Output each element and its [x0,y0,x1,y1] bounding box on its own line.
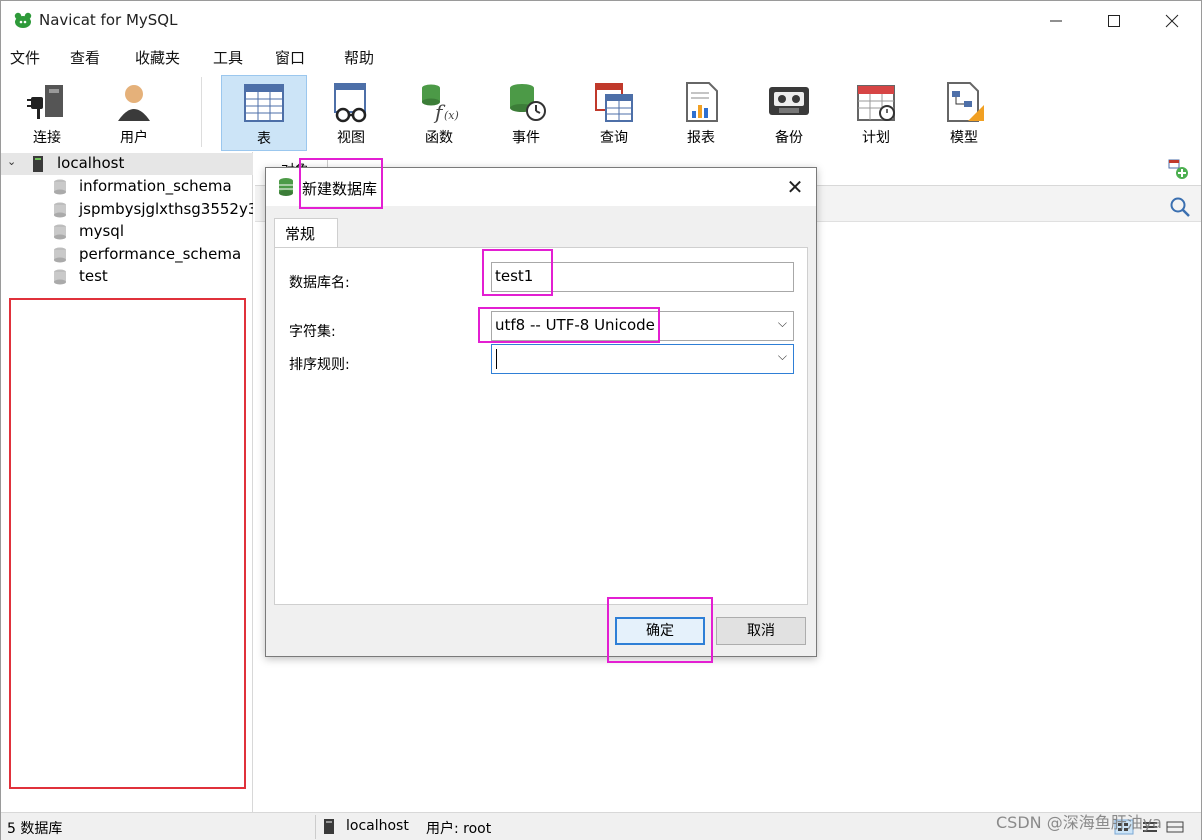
chevron-down-icon[interactable]: ⌄ [7,155,16,168]
menu-window[interactable]: 窗口 [275,47,305,68]
navicat-window: Navicat for MySQL 文件 查看 收藏夹 工具 窗口 帮助 连接 … [0,0,1202,840]
menu-bar: 文件 查看 收藏夹 工具 窗口 帮助 [1,43,1201,71]
toolbar-view-label: 视图 [337,130,365,146]
text-caret [496,349,497,369]
annotation-red-box [9,298,246,789]
close-window-button[interactable] [1143,1,1201,41]
maximize-icon [1108,15,1120,27]
toolbar-backup-label: 备份 [775,130,803,146]
annotation-magenta-box-name [482,249,553,296]
tree-database-row[interactable]: jspmbysjglxthsg3552y3 [1,199,253,221]
tree-database-label: mysql [79,222,124,240]
new-object-icon[interactable] [1167,158,1189,180]
annotation-magenta-box-title [299,158,383,209]
tab-general[interactable]: 常规 [274,218,338,248]
toolbar-separator [201,77,202,147]
toolbar-event-button[interactable]: 事件 [483,75,569,151]
report-icon [686,82,718,122]
maximize-button[interactable] [1085,1,1143,41]
database-icon [54,202,66,218]
new-database-dialog: 新建数据库 ✕ 常规 数据库名: test1 字符集: utf8 -- UTF-… [265,167,817,657]
minimize-button[interactable] [1027,1,1085,41]
database-count: 5 数据库 [7,821,63,837]
toolbar-table-label: 表 [257,131,271,147]
toolbar-connect-button[interactable]: 连接 [4,75,90,151]
charset-label: 字符集: [289,324,336,340]
annotation-magenta-box-charset [478,307,660,343]
status-host: localhost [346,818,409,834]
status-user: 用户: root [426,821,492,837]
tree-database-label: jspmbysjglxthsg3552y3 [79,200,253,218]
db-name-label: 数据库名: [289,275,350,291]
tree-database-row[interactable]: test [1,266,253,288]
minimize-icon [1050,20,1062,22]
plug-icon [27,85,63,119]
navicat-logo-icon [14,12,32,28]
view-icon [334,83,367,123]
database-icon [54,179,66,195]
server-icon [33,156,43,172]
toolbar-function-label: 函数 [425,130,453,146]
tree-database-row[interactable]: performance_schema [1,244,253,266]
database-icon [279,178,293,196]
toolbar-schedule-label: 计划 [862,130,890,146]
menu-file[interactable]: 文件 [10,47,40,68]
close-icon [1165,14,1179,28]
database-icon [54,269,66,285]
chevron-down-icon: ⌵ [777,316,787,330]
database-icon [54,247,66,263]
server-icon [324,819,334,834]
menu-view[interactable]: 查看 [70,47,100,68]
query-icon [595,83,633,122]
window-title: Navicat for MySQL [39,11,178,29]
tree-connection-label: localhost [57,154,125,172]
user-icon [118,85,150,121]
schedule-icon [857,85,895,121]
tree-database-label: performance_schema [79,245,242,263]
dialog-close-button[interactable]: ✕ [780,174,810,202]
status-divider [315,815,316,839]
database-icon [54,224,66,240]
menu-favorites[interactable]: 收藏夹 [135,47,180,68]
toolbar-view-button[interactable]: 视图 [308,75,394,151]
close-icon: ✕ [786,175,804,199]
backup-icon [769,87,809,115]
menu-tools[interactable]: 工具 [213,47,243,68]
tree-database-label: information_schema [79,177,232,195]
function-icon: f (x) [422,84,459,123]
toolbar-query-button[interactable]: 查询 [571,75,657,151]
menu-help[interactable]: 帮助 [344,47,374,68]
search-icon[interactable] [1169,196,1191,218]
toolbar-function-button[interactable]: f (x) 函数 [396,75,482,151]
event-icon [510,84,546,121]
svg-text:(x): (x) [444,109,459,122]
tree-connection-localhost[interactable]: ⌄ localhost [1,153,253,175]
annotation-magenta-box-ok [607,597,713,663]
toolbar-backup-button[interactable]: 备份 [746,75,832,151]
tree-database-label: test [79,267,108,285]
toolbar-user-label: 用户 [120,130,148,146]
toolbar-table-button[interactable]: 表 [221,75,307,151]
model-icon [947,82,984,122]
title-bar: Navicat for MySQL [1,1,1201,41]
tree-database-row[interactable]: information_schema [1,176,253,198]
toolbar-query-label: 查询 [600,130,628,146]
toolbar-event-label: 事件 [512,130,540,146]
watermark-text: CSDN @深海鱼肝油ya [996,813,1162,832]
table-icon [244,84,284,122]
cancel-button[interactable]: 取消 [716,617,806,645]
toolbar-report-label: 报表 [687,130,715,146]
toolbar-user-button[interactable]: 用户 [91,75,177,151]
toolbar-report-button[interactable]: 报表 [658,75,744,151]
toolbar-model-label: 模型 [950,130,978,146]
main-toolbar: 连接 用户 表 视图 f (x) 函数 事件 查询 报表 备份 计划 模型 [1,71,1201,151]
collation-select[interactable]: ⌵ [491,344,794,374]
general-panel: 数据库名: test1 字符集: utf8 -- UTF-8 Unicode ⌵… [274,247,808,605]
toolbar-schedule-button[interactable]: 计划 [833,75,919,151]
tree-database-row[interactable]: mysql [1,221,253,243]
chevron-down-icon: ⌵ [777,349,787,363]
toolbar-model-button[interactable]: 模型 [921,75,1007,151]
toolbar-connect-label: 连接 [33,130,61,146]
collation-label: 排序规则: [289,357,350,373]
